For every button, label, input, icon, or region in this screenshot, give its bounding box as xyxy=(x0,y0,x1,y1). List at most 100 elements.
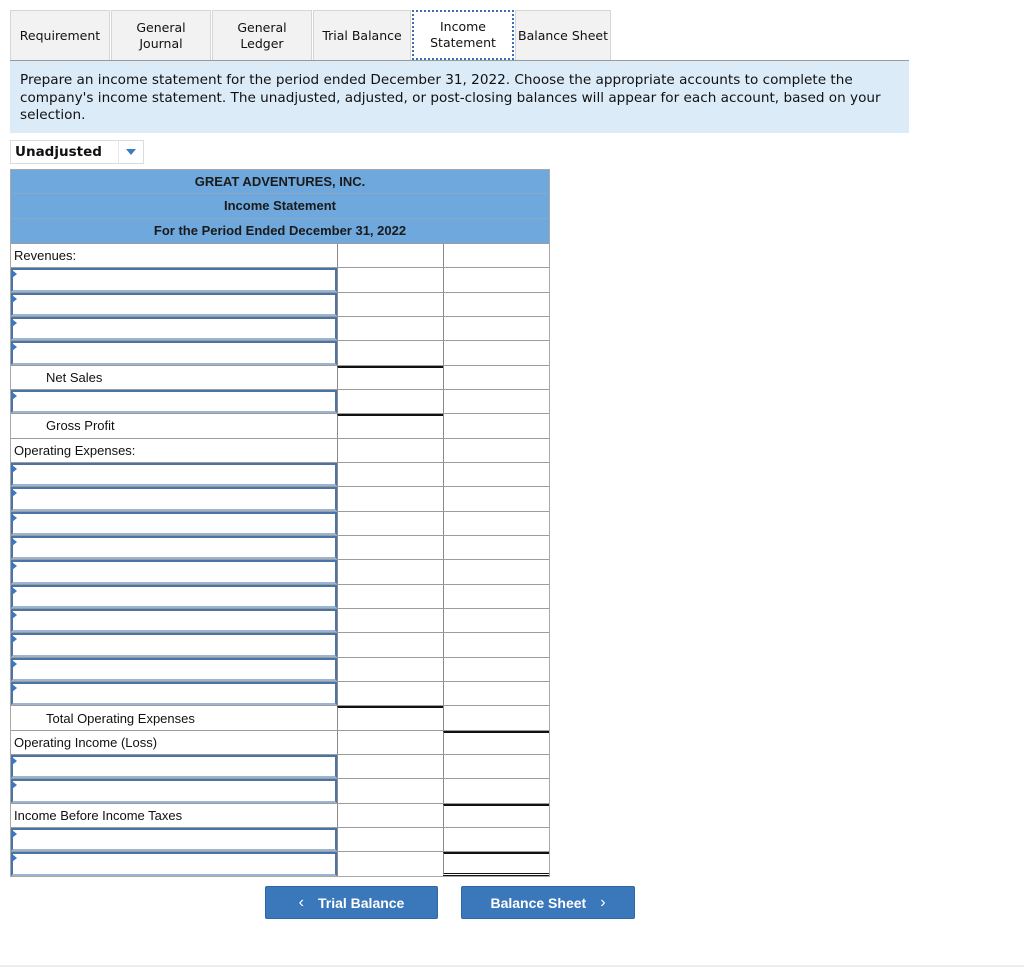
balance-type-dropdown[interactable]: Unadjusted xyxy=(10,140,144,164)
dropdown-marker-icon xyxy=(12,684,17,693)
account-row xyxy=(11,583,549,609)
dropdown-marker-icon xyxy=(12,854,17,863)
tab-label: Trial Balance xyxy=(322,27,402,43)
account-row xyxy=(11,315,549,341)
amount-cell-2[interactable] xyxy=(443,828,549,852)
amount-cell-2[interactable] xyxy=(443,487,549,511)
account-select[interactable] xyxy=(11,828,337,852)
amount-cell-1[interactable] xyxy=(337,536,443,560)
account-select[interactable] xyxy=(11,462,337,487)
account-select[interactable] xyxy=(11,389,337,414)
prev-button-label: Trial Balance xyxy=(317,894,405,911)
tab-general-ledger[interactable]: General Ledger xyxy=(212,10,312,60)
amount-cell-2[interactable] xyxy=(443,292,549,316)
tab-general-journal[interactable]: General Journal xyxy=(111,10,211,60)
amount-cell-1[interactable] xyxy=(337,657,443,682)
prev-trial-balance-button[interactable]: ‹ Trial Balance xyxy=(265,886,438,919)
account-select[interactable] xyxy=(11,755,337,779)
account-select[interactable] xyxy=(11,852,337,876)
account-select[interactable] xyxy=(11,779,337,803)
chevron-left-icon: ‹ xyxy=(298,893,304,911)
amount-cell-2[interactable] xyxy=(443,511,549,536)
amount-cell-2[interactable] xyxy=(443,852,549,876)
amount-cell-2[interactable] xyxy=(443,730,549,755)
tab-income-statement[interactable]: Income Statement xyxy=(412,10,514,60)
amount-cell-2[interactable] xyxy=(443,633,549,657)
amount-cell-2[interactable] xyxy=(443,414,549,438)
gross-profit-label: Gross Profit xyxy=(46,418,115,434)
tab-requirement[interactable]: Requirement xyxy=(10,10,110,60)
account-select[interactable] xyxy=(11,268,337,292)
amount-cell-2[interactable] xyxy=(443,438,549,462)
account-select[interactable] xyxy=(11,584,337,609)
amount-cell-2[interactable] xyxy=(443,389,549,414)
amount-cell-1[interactable] xyxy=(337,341,443,365)
amount-cell-1[interactable] xyxy=(337,682,443,706)
amount-cell-1[interactable] xyxy=(337,316,443,341)
tab-label: Requirement xyxy=(19,27,101,43)
amount-cell-1[interactable] xyxy=(337,779,443,803)
account-select[interactable] xyxy=(11,511,337,536)
account-select[interactable] xyxy=(11,609,337,633)
dropdown-marker-icon xyxy=(12,464,17,473)
amount-cell-1[interactable] xyxy=(337,633,443,657)
amount-cell-1[interactable] xyxy=(337,730,443,755)
account-select[interactable] xyxy=(11,657,337,682)
amount-cell-1[interactable] xyxy=(337,292,443,316)
amount-cell-1[interactable] xyxy=(337,365,443,389)
amount-cell-1[interactable] xyxy=(337,243,443,268)
amount-cell-2[interactable] xyxy=(443,779,549,803)
amount-cell-2[interactable] xyxy=(443,584,549,609)
amount-cell-2[interactable] xyxy=(443,609,549,633)
amount-cell-2[interactable] xyxy=(443,560,549,584)
account-select[interactable] xyxy=(11,292,337,316)
chevron-down-icon xyxy=(126,149,136,155)
amount-cell-1[interactable] xyxy=(337,803,443,828)
amount-cell-2[interactable] xyxy=(443,682,549,706)
revenues-label: Revenues: xyxy=(14,248,77,264)
dropdown-marker-icon xyxy=(12,318,17,327)
amount-cell-2[interactable] xyxy=(443,536,549,560)
tab-trial-balance[interactable]: Trial Balance xyxy=(313,10,411,60)
amount-cell-2[interactable] xyxy=(443,462,549,487)
account-select[interactable] xyxy=(11,341,337,365)
income-before-taxes-label: Income Before Income Taxes xyxy=(14,807,183,823)
income-statement-table: GREAT ADVENTURES, INC. Income Statement … xyxy=(10,169,550,877)
amount-cell-2[interactable] xyxy=(443,268,549,292)
amount-cell-2[interactable] xyxy=(443,341,549,365)
amount-cell-1[interactable] xyxy=(337,414,443,438)
amount-cell-2[interactable] xyxy=(443,803,549,828)
tab-balance-sheet[interactable]: Balance Sheet xyxy=(515,10,611,60)
amount-cell-2[interactable] xyxy=(443,706,549,730)
amount-cell-1[interactable] xyxy=(337,852,443,876)
amount-cell-2[interactable] xyxy=(443,316,549,341)
amount-cell-1[interactable] xyxy=(337,706,443,730)
account-select[interactable] xyxy=(11,633,337,657)
amount-cell-1[interactable] xyxy=(337,609,443,633)
dropdown-marker-icon xyxy=(12,391,17,400)
amount-cell-1[interactable] xyxy=(337,560,443,584)
account-select[interactable] xyxy=(11,536,337,560)
amount-cell-1[interactable] xyxy=(337,438,443,462)
amount-cell-1[interactable] xyxy=(337,268,443,292)
amount-cell-1[interactable] xyxy=(337,584,443,609)
account-select[interactable] xyxy=(11,682,337,706)
amount-cell-1[interactable] xyxy=(337,511,443,536)
amount-cell-1[interactable] xyxy=(337,828,443,852)
amount-cell-1[interactable] xyxy=(337,389,443,414)
dropdown-toggle[interactable] xyxy=(118,141,143,163)
amount-cell-2[interactable] xyxy=(443,243,549,268)
amount-cell-1[interactable] xyxy=(337,755,443,779)
account-select[interactable] xyxy=(11,316,337,341)
account-row xyxy=(11,754,549,779)
account-row xyxy=(11,267,549,292)
account-row xyxy=(11,340,549,365)
amount-cell-2[interactable] xyxy=(443,365,549,389)
amount-cell-2[interactable] xyxy=(443,755,549,779)
next-balance-sheet-button[interactable]: Balance Sheet › xyxy=(461,886,635,919)
amount-cell-1[interactable] xyxy=(337,462,443,487)
account-select[interactable] xyxy=(11,560,337,584)
account-select[interactable] xyxy=(11,487,337,511)
amount-cell-2[interactable] xyxy=(443,657,549,682)
amount-cell-1[interactable] xyxy=(337,487,443,511)
